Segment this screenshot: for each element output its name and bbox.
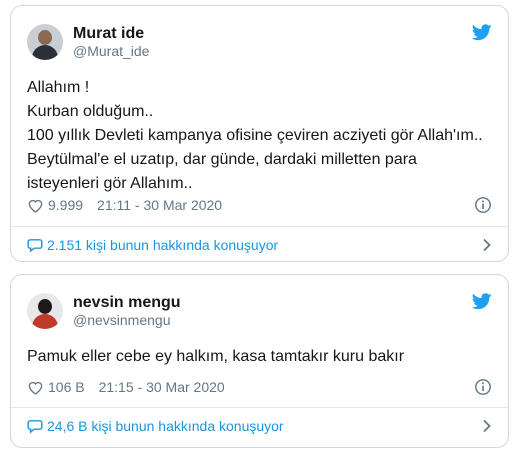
twitter-bird-icon[interactable]: [472, 293, 492, 310]
twitter-bird-icon[interactable]: [472, 24, 492, 41]
chevron-right-icon[interactable]: [482, 419, 492, 433]
heart-icon[interactable]: [27, 380, 44, 395]
tweet-text-line: Allahım !: [27, 79, 90, 96]
conversation-text[interactable]: 2.151 kişi bunun hakkında konuşuyor: [47, 237, 278, 253]
like-count[interactable]: 9.999: [48, 197, 83, 213]
tweet-header: Murat ide @Murat_ide: [27, 22, 149, 62]
info-icon[interactable]: [474, 196, 492, 214]
tweet-text-line: Pamuk eller cebe ey halkım, kasa tamtakı…: [27, 348, 405, 365]
tweet-card[interactable]: nevsin mengu @nevsinmengu Pamuk eller ce…: [10, 274, 509, 448]
speech-bubble-icon: [27, 239, 43, 253]
author-names: nevsin mengu @nevsinmengu: [73, 293, 181, 329]
tweet-meta: 9.999 21:11 - 30 Mar 2020: [27, 195, 492, 215]
tweet-card[interactable]: Murat ide @Murat_ide Allahım ! Kurban ol…: [10, 5, 509, 262]
tweet-text: Pamuk eller cebe ey halkım, kasa tamtakı…: [27, 345, 492, 369]
tweet-text-line: Beytülmal'e el uzatıp, dar günde, dardak…: [27, 151, 417, 168]
tweet-meta: 106 B 21:15 - 30 Mar 2020: [27, 377, 492, 397]
tweet-text-line: isteyenleri gör Allahım..: [27, 175, 193, 192]
author-display-name[interactable]: nevsin mengu: [73, 293, 181, 312]
heart-icon[interactable]: [27, 198, 44, 213]
conversation-link[interactable]: 2.151 kişi bunun hakkında konuşuyor: [11, 227, 508, 263]
author-names: Murat ide @Murat_ide: [73, 24, 149, 60]
tweet-text-line: 100 yıllık Devleti kampanya ofisine çevi…: [27, 127, 483, 144]
speech-bubble-icon: [27, 420, 43, 434]
avatar[interactable]: [27, 24, 63, 60]
tweet-header: nevsin mengu @nevsinmengu: [27, 291, 181, 331]
tweet-timestamp[interactable]: 21:15 - 30 Mar 2020: [99, 379, 225, 395]
author-display-name[interactable]: Murat ide: [73, 24, 149, 43]
author-handle[interactable]: @Murat_ide: [73, 43, 149, 60]
avatar[interactable]: [27, 293, 63, 329]
tweet-timestamp[interactable]: 21:11 - 30 Mar 2020: [97, 197, 222, 213]
tweet-text-line: Kurban olduğum..: [27, 103, 154, 120]
author-handle[interactable]: @nevsinmengu: [73, 312, 181, 329]
tweet-text: Allahım ! Kurban olduğum.. 100 yıllık De…: [27, 76, 492, 196]
like-count[interactable]: 106 B: [48, 379, 85, 395]
chevron-right-icon[interactable]: [482, 238, 492, 252]
info-icon[interactable]: [474, 378, 492, 396]
conversation-link[interactable]: 24,6 B kişi bunun hakkında konuşuyor: [11, 408, 508, 444]
conversation-text[interactable]: 24,6 B kişi bunun hakkında konuşuyor: [47, 418, 284, 434]
